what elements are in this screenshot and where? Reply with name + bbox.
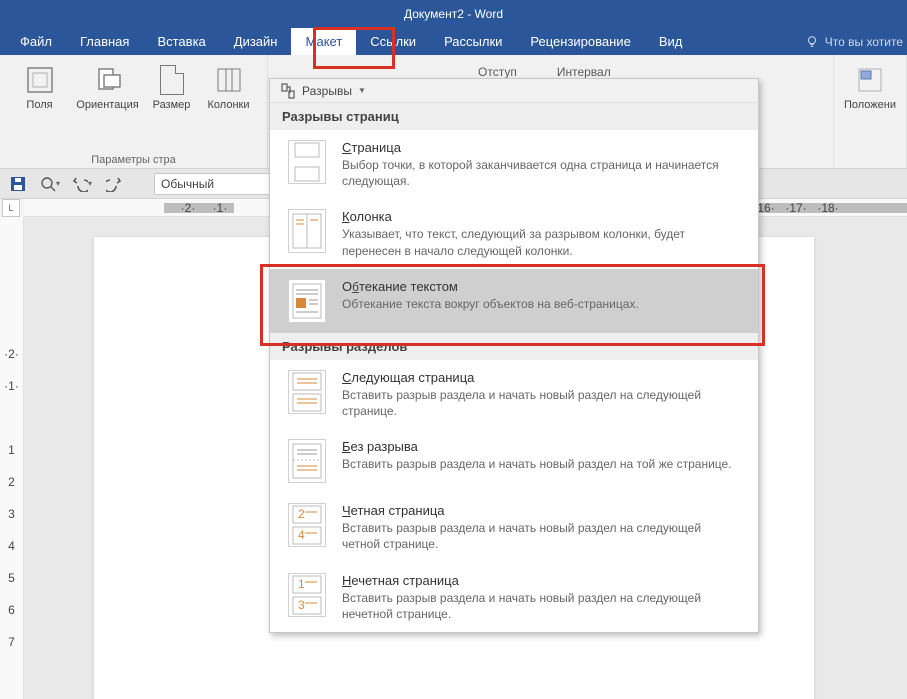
lightbulb-icon [805, 35, 819, 49]
tell-me[interactable]: Что вы хотите [805, 28, 903, 55]
size-button[interactable]: Размер [146, 59, 198, 116]
tab-home[interactable]: Главная [66, 28, 143, 55]
margins-icon [23, 63, 57, 97]
orientation-icon [91, 63, 125, 97]
menu-item-odd-page[interactable]: 13 Нечетная страница Вставить разрыв раз… [270, 563, 758, 632]
save-icon [10, 176, 26, 192]
menu-item-title: Колонка [342, 209, 740, 224]
next-page-icon [288, 370, 326, 414]
indent-header: Отступ [478, 65, 517, 79]
menu-item-column-break[interactable]: Колонка Указывает, что текст, следующий … [270, 199, 758, 268]
menu-item-title: Следующая страница [342, 370, 740, 385]
redo-icon [106, 176, 122, 192]
group-position: Положени [834, 55, 907, 168]
menu-item-title: Без разрыва [342, 439, 732, 454]
menu-item-desc: Обтекание текста вокруг объектов на веб-… [342, 296, 639, 312]
svg-text:3: 3 [298, 598, 305, 612]
menu-item-title: Обтекание текстом [342, 279, 639, 294]
tab-view[interactable]: Вид [645, 28, 697, 55]
menu-item-desc: Указывает, что текст, следующий за разры… [342, 226, 740, 258]
menu-item-page-break[interactable]: Страница Выбор точки, в которой заканчив… [270, 130, 758, 199]
menu-item-title: Страница [342, 140, 740, 155]
tab-mailings[interactable]: Рассылки [430, 28, 516, 55]
menu-item-desc: Вставить разрыв раздела и начать новый р… [342, 456, 732, 472]
window-title: Документ2 - Word [404, 7, 503, 21]
save-button[interactable] [6, 172, 30, 196]
undo-button[interactable]: ▾ [70, 172, 94, 196]
breaks-menu: Разрывы ▼ Разрывы страниц Страница Выбор… [269, 78, 759, 633]
breaks-icon [280, 83, 296, 99]
menu-item-continuous[interactable]: Без разрыва Вставить разрыв раздела и на… [270, 429, 758, 493]
tab-insert[interactable]: Вставка [143, 28, 219, 55]
menu-item-even-page[interactable]: 24 Четная страница Вставить разрыв разде… [270, 493, 758, 562]
vertical-ruler[interactable]: ·2··1·1234567 [0, 217, 24, 699]
svg-text:2: 2 [298, 507, 305, 521]
position-button[interactable]: Положени [840, 59, 900, 116]
text-wrapping-icon [288, 279, 326, 323]
column-break-icon [288, 209, 326, 253]
size-icon [155, 63, 189, 97]
menu-item-desc: Вставить разрыв раздела и начать новый р… [342, 520, 740, 552]
position-icon [853, 63, 887, 97]
group-page-setup: Поля Ориентация Размер Колонки Параметры… [0, 55, 268, 168]
undo-icon [72, 176, 88, 192]
menu-item-desc: Выбор точки, в которой заканчивается одн… [342, 157, 740, 189]
tab-references[interactable]: Ссылки [356, 28, 430, 55]
menu-item-title: Четная страница [342, 503, 740, 518]
columns-icon [212, 63, 246, 97]
style-dropdown[interactable]: Обычный ▼ [154, 173, 284, 195]
odd-page-icon: 13 [288, 573, 326, 617]
tab-file[interactable]: Файл [6, 28, 66, 55]
menu-header-sections: Разрывы разделов [270, 333, 758, 360]
ribbon-tabs: Файл Главная Вставка Дизайн Макет Ссылки… [0, 28, 907, 55]
orientation-button[interactable]: Ориентация [72, 59, 144, 116]
redo-button[interactable] [102, 172, 126, 196]
margins-button[interactable]: Поля [10, 59, 70, 116]
print-preview-icon [40, 176, 56, 192]
tab-selector[interactable]: L [2, 199, 20, 217]
title-bar: Документ2 - Word [0, 0, 907, 28]
svg-text:1: 1 [298, 577, 305, 591]
spacing-header: Интервал [557, 65, 611, 79]
menu-item-title: Нечетная страница [342, 573, 740, 588]
quick-print-button[interactable]: ▾ [38, 172, 62, 196]
tab-design[interactable]: Дизайн [220, 28, 292, 55]
group-label-page-setup: Параметры стра [91, 152, 175, 166]
chevron-down-icon: ▼ [358, 86, 366, 95]
breaks-dropdown-button[interactable]: Разрывы ▼ [270, 79, 758, 103]
menu-item-text-wrapping-break[interactable]: Обтекание текстом Обтекание текста вокру… [270, 269, 758, 333]
tab-layout[interactable]: Макет [291, 28, 356, 55]
tab-review[interactable]: Рецензирование [516, 28, 644, 55]
menu-item-desc: Вставить разрыв раздела и начать новый р… [342, 590, 740, 622]
continuous-icon [288, 439, 326, 483]
svg-text:4: 4 [298, 528, 305, 542]
columns-button[interactable]: Колонки [200, 59, 258, 116]
menu-item-desc: Вставить разрыв раздела и начать новый р… [342, 387, 740, 419]
menu-header-pages: Разрывы страниц [270, 103, 758, 130]
page-break-icon [288, 140, 326, 184]
even-page-icon: 24 [288, 503, 326, 547]
menu-item-next-page[interactable]: Следующая страница Вставить разрыв разде… [270, 360, 758, 429]
